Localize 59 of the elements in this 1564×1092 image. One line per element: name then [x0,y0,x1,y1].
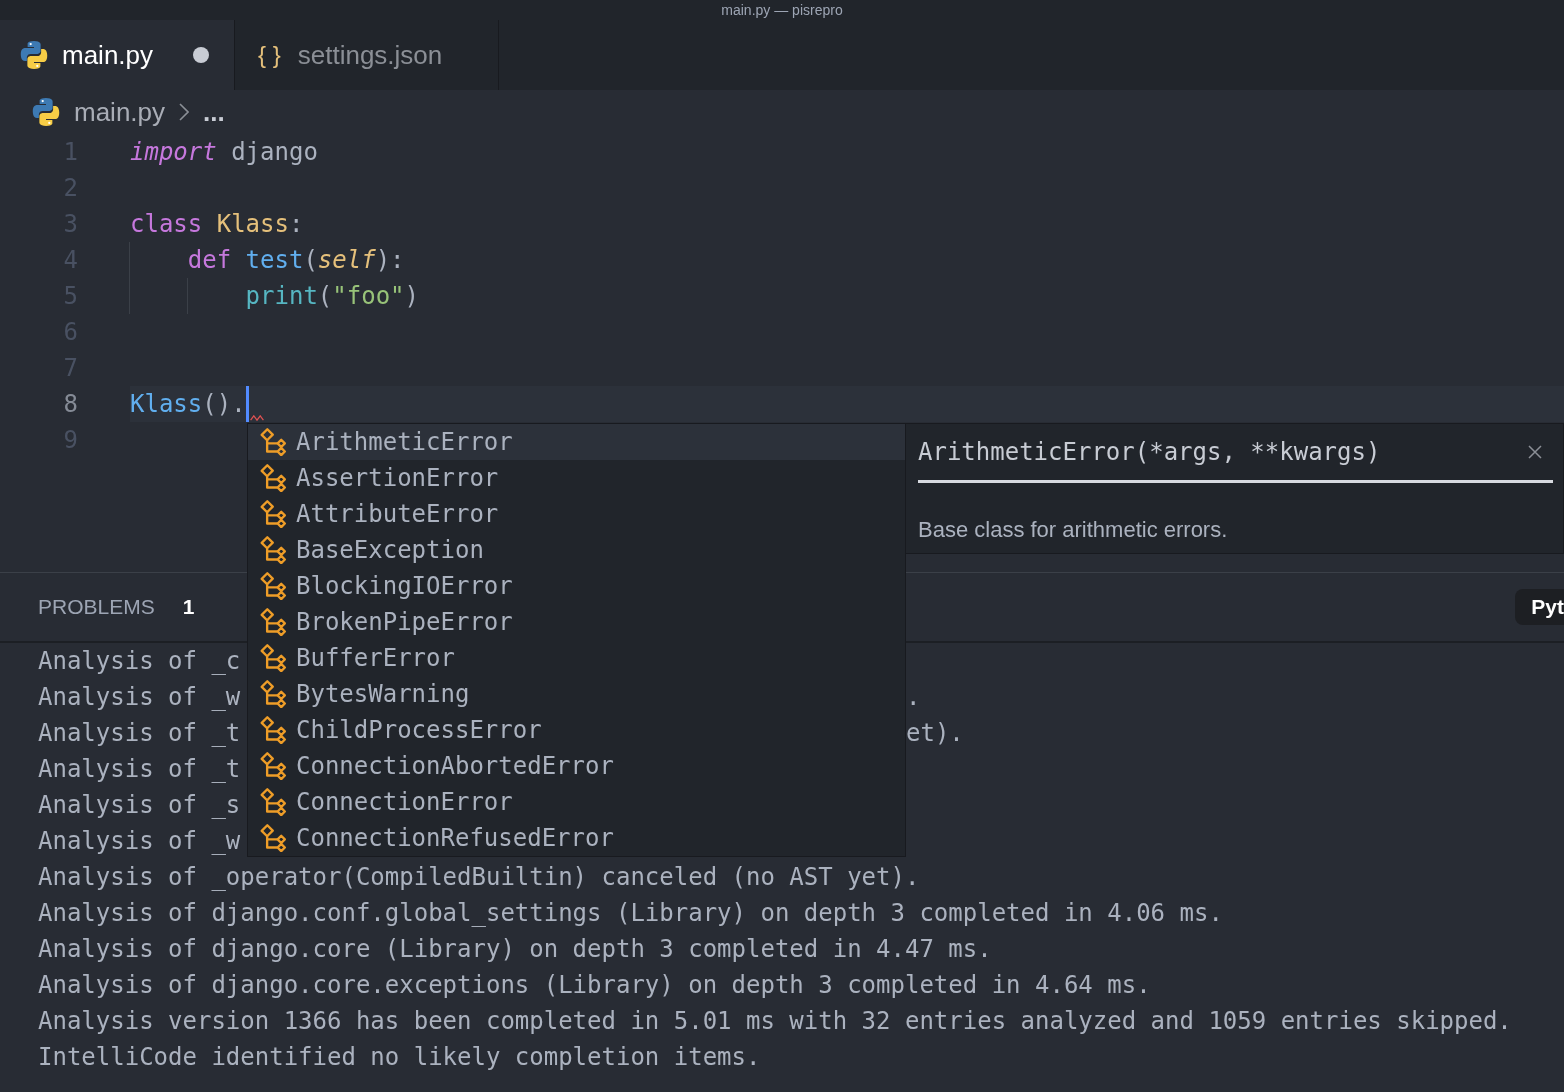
code-line: Klass(). [130,389,246,420]
linked-diamonds-icon [260,716,288,744]
linked-diamonds-icon [260,608,288,636]
linked-diamonds-icon [260,428,288,456]
window-title: main.py — pisrepro [721,1,843,19]
breadcrumb-ellipsis[interactable]: ... [203,92,225,132]
breadcrumb-item[interactable]: main.py [32,92,166,132]
braces-icon: { } [258,40,281,70]
chevron-right-icon [179,103,190,121]
signature-text: ArithmeticError(*args, **kwargs) [918,437,1381,468]
output-line: Analysis of _operator(CompiledBuiltin) canceled (no AST yet). [38,862,920,893]
description-text: Base class for arithmetic errors. [918,516,1229,544]
linked-diamonds-icon [260,824,288,852]
linked-diamonds-icon [260,644,288,672]
output-line: Analysis of _c [38,646,241,677]
linked-diamonds-icon [260,788,288,816]
output-line: IntelliCode identified no likely completion items. [38,1042,761,1073]
suggestion-item[interactable]: BytesWarning [248,676,905,712]
linked-diamonds-icon [260,464,288,492]
suggestion-item[interactable]: BlockingIOError [248,568,905,604]
output-line: Analysis of _t [38,718,241,749]
code-line: def test(self): [187,245,405,276]
output-line: Analysis of _w [38,826,241,857]
problem-count: 1 [182,594,195,621]
linked-diamonds-icon [260,680,288,708]
output-line: Analysis of _s [38,790,241,821]
linked-diamonds-icon [260,500,288,528]
suggestion-item[interactable]: ConnectionAbortedError [248,748,905,784]
output-line-fragment: et). [906,718,964,749]
suggestion-item[interactable]: BufferError [248,640,905,676]
interlocked-snakes-icon [32,98,60,126]
output-channel-dropdown[interactable]: Pyt [1515,589,1564,625]
linked-diamonds-icon [260,572,288,600]
editor-tab[interactable]: main.py [0,20,236,90]
output-line: Analysis version 1366 has been completed in 5.01 ms with 32 entries analyzed and 1059 entries skipped. [38,1006,1512,1037]
close-icon[interactable] [1528,445,1542,459]
output-line: Analysis of _t [38,754,241,785]
output-line: Analysis of django.core.exceptions (Library) on depth 3 completed in 4.64 ms. [38,970,1151,1001]
suggestion-item[interactable]: ArithmeticError [248,424,905,460]
output-line-fragment: . [906,682,921,713]
code-line: print("foo") [245,281,419,312]
suggestion-item[interactable]: ConnectionRefusedError [248,820,905,856]
output-line: Analysis of django.core (Library) on depth 3 completed in 4.47 ms. [38,934,992,965]
code-line: class Klass: [130,209,304,240]
line-number: 8 [62,389,78,420]
linked-diamonds-icon [260,536,288,564]
code-line: import django [130,137,318,168]
suggestion-item[interactable]: ConnectionError [248,784,905,820]
panel-tab[interactable]: PROBLEMS 1 [38,591,195,623]
output-line: Analysis of _w [38,682,241,713]
suggestion-item[interactable]: BrokenPipeError [248,604,905,640]
suggestion-item[interactable]: AssertionError [248,460,905,496]
linked-diamonds-icon [260,752,288,780]
suggestion-item[interactable]: AttributeError [248,496,905,532]
interlocked-snakes-icon [20,41,48,69]
output-line: Analysis of django.conf.global_settings (Library) on depth 3 completed in 4.06 ms. [38,898,1223,929]
text-cursor [245,386,249,422]
suggestion-item[interactable]: ChildProcessError [248,712,905,748]
suggestion-item[interactable]: BaseException [248,532,905,568]
